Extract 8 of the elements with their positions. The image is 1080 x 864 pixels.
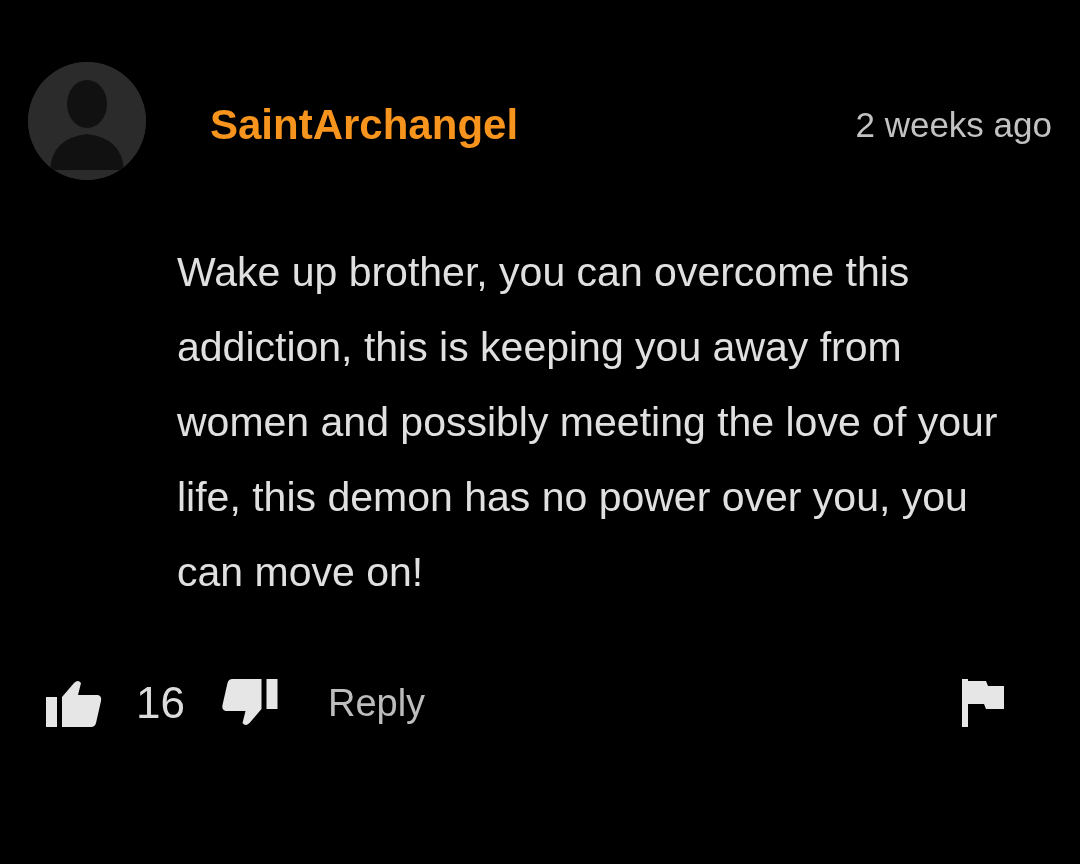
- thumbs-up-icon[interactable]: [46, 679, 102, 727]
- thumbs-down-icon[interactable]: [220, 679, 278, 727]
- username[interactable]: SaintArchangel: [210, 102, 519, 149]
- like-count: 16: [136, 677, 185, 729]
- flag-icon[interactable]: [962, 679, 1004, 727]
- timestamp: 2 weeks ago: [855, 106, 1052, 145]
- reply-button[interactable]: Reply: [327, 674, 426, 732]
- comment-text: Wake up brother, you can overcome this addiction, this is keeping you away from women and possibly meeting the love of your life, this demon has no power over you, you can move on!: [177, 248, 999, 597]
